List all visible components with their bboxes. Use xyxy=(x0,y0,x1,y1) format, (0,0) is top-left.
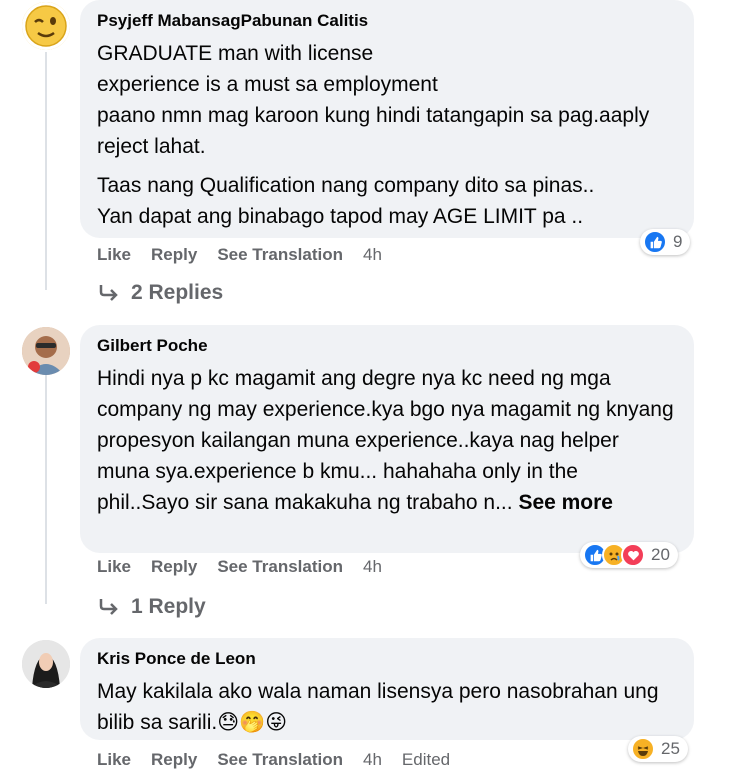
see-translation-button[interactable]: See Translation xyxy=(217,557,343,577)
wink-emoji-avatar-icon xyxy=(22,2,70,50)
like-button[interactable]: Like xyxy=(97,750,131,770)
view-replies-button[interactable]: 1 Reply xyxy=(97,595,206,619)
avatar[interactable] xyxy=(22,640,70,688)
reaction-summary[interactable]: 9 xyxy=(640,229,691,255)
comment-text: May kakilala ako wala naman lisensya per… xyxy=(97,676,676,738)
avatar[interactable] xyxy=(22,2,70,50)
comment-author[interactable]: Kris Ponce de Leon xyxy=(97,648,676,670)
comment-text-body: May kakilala ako wala naman lisensya per… xyxy=(97,680,659,734)
like-button[interactable]: Like xyxy=(97,245,131,265)
replies-label: 2 Replies xyxy=(131,281,224,304)
profile-photo-icon xyxy=(22,327,70,375)
comment-bubble: Psyjeff MabansagPabunan Calitis GRADUATE… xyxy=(80,0,694,238)
reaction-summary[interactable]: 20 xyxy=(580,542,678,568)
thread-line xyxy=(45,374,47,604)
reply-arrow-icon xyxy=(99,285,118,301)
emoji-hand-over-mouth-icon: 🤭 xyxy=(239,711,266,734)
like-button[interactable]: Like xyxy=(97,557,131,577)
view-replies-button[interactable]: 2 Replies xyxy=(97,281,223,305)
reply-button[interactable]: Reply xyxy=(151,557,197,577)
comment-timestamp[interactable]: 4h xyxy=(363,750,382,770)
avatar[interactable] xyxy=(22,327,70,375)
comment-bubble: Gilbert Poche Hindi nya p kc magamit ang… xyxy=(80,325,694,553)
comment-text: Hindi nya p kc magamit ang degre nya kc … xyxy=(97,363,676,518)
comment-bubble: Kris Ponce de Leon May kakilala ako wala… xyxy=(80,638,694,740)
profile-photo-icon xyxy=(22,640,70,688)
comment-author[interactable]: Psyjeff MabansagPabunan Calitis xyxy=(97,10,676,32)
replies-label: 1 Reply xyxy=(131,595,206,618)
love-icon xyxy=(621,543,645,567)
emoji-cold-sweat-icon: 😓 xyxy=(217,711,240,734)
reply-button[interactable]: Reply xyxy=(151,245,197,265)
comment-text: GRADUATE man with license experience is … xyxy=(97,42,650,158)
see-translation-button[interactable]: See Translation xyxy=(217,750,343,770)
reaction-summary[interactable]: 25 xyxy=(628,736,688,762)
emoji-winking-tongue-icon: 😜 xyxy=(265,711,288,734)
like-icon xyxy=(643,230,667,254)
comment-author[interactable]: Gilbert Poche xyxy=(97,335,676,357)
thread-line xyxy=(45,52,47,290)
reaction-count: 25 xyxy=(661,739,680,758)
reply-arrow-icon xyxy=(99,599,118,615)
comment-timestamp[interactable]: 4h xyxy=(363,557,382,577)
comment-actions: Like Reply See Translation 4h xyxy=(97,245,382,265)
comment-timestamp[interactable]: 4h xyxy=(363,245,382,265)
comment-text: Taas nang Qualification nang company dit… xyxy=(97,174,595,228)
comment-actions: Like Reply See Translation 4h xyxy=(97,557,382,577)
reaction-count: 20 xyxy=(651,545,670,564)
see-more-link[interactable]: See more xyxy=(518,491,613,514)
comment-actions: Like Reply See Translation 4h Edited xyxy=(97,750,450,770)
reply-button[interactable]: Reply xyxy=(151,750,197,770)
edited-label: Edited xyxy=(401,750,451,769)
see-translation-button[interactable]: See Translation xyxy=(217,245,343,265)
haha-icon xyxy=(631,737,655,761)
reaction-count: 9 xyxy=(673,232,683,251)
